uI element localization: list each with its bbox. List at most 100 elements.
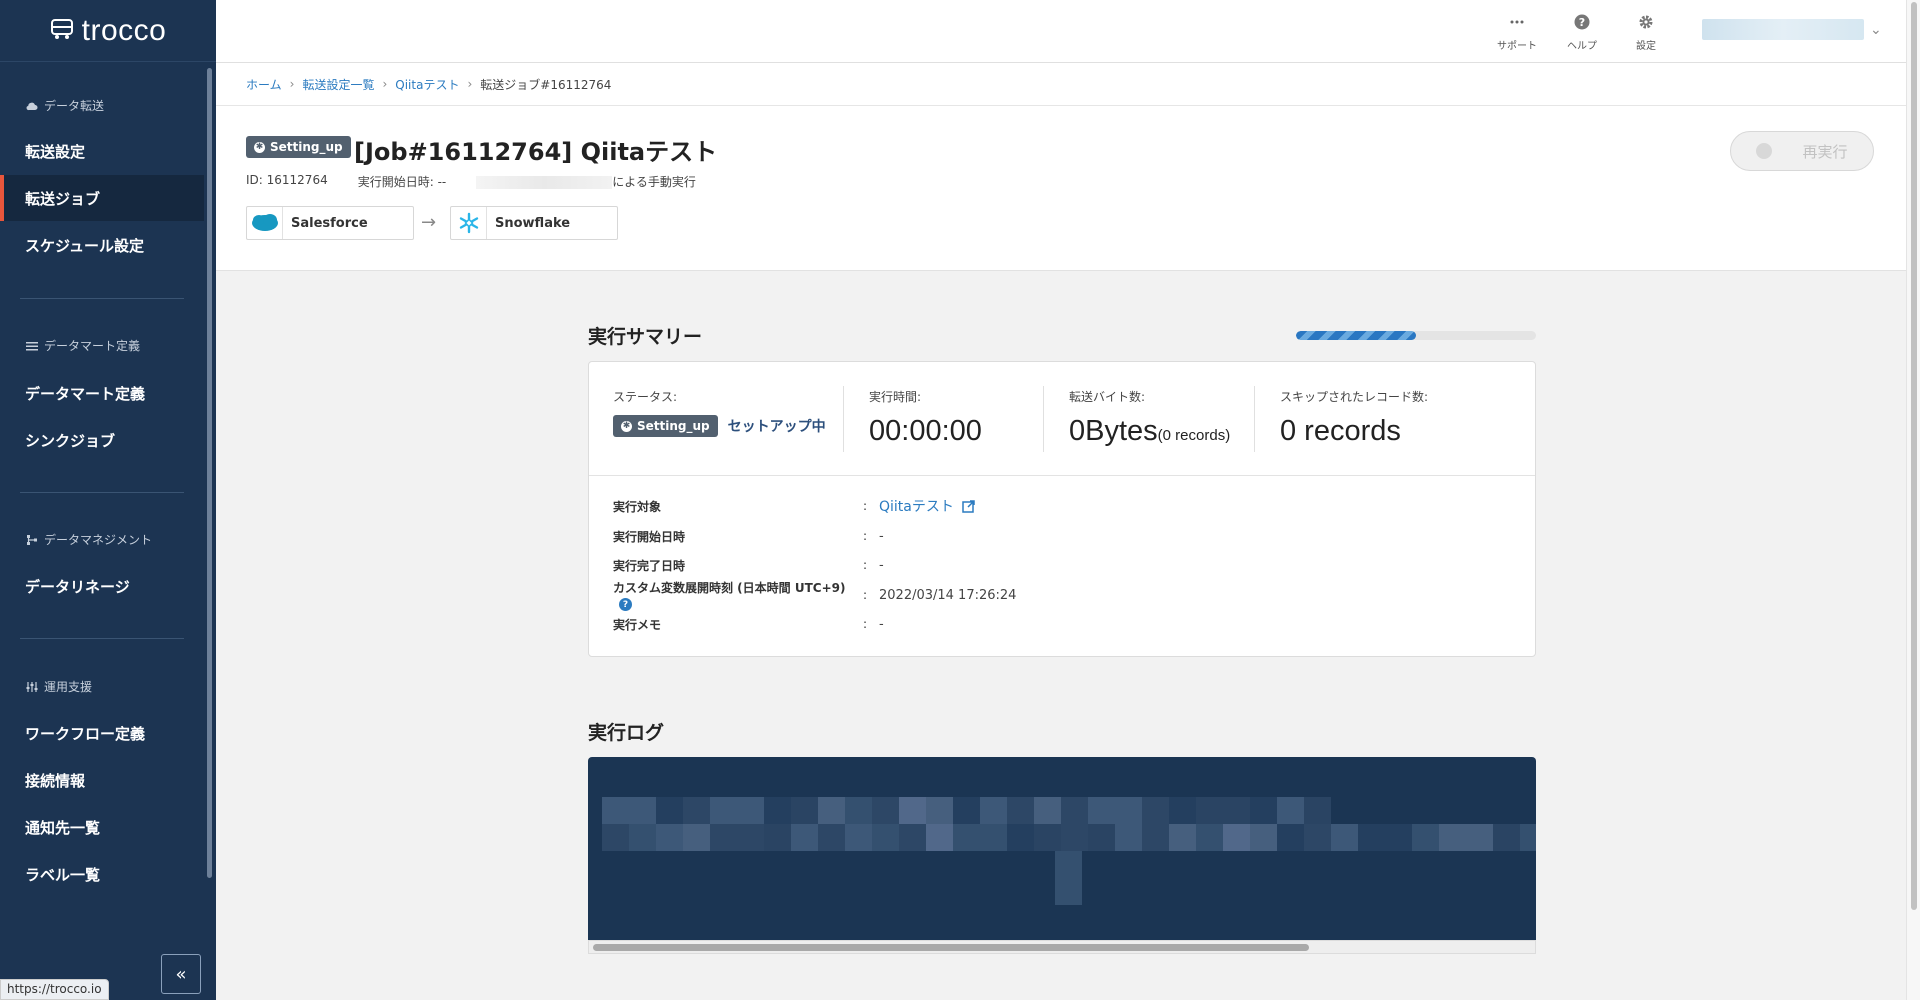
redacted-log-block — [1250, 824, 1277, 851]
redacted-log-block — [1493, 824, 1520, 851]
detail-row-custom-time: カスタム変数展開時刻 (日本時間 UTC+9)? : 2022/03/14 17… — [613, 581, 1513, 612]
source-connector[interactable]: Salesforce — [246, 206, 414, 240]
user-menu[interactable] — [1702, 19, 1864, 40]
redacted-log-block — [1304, 797, 1331, 824]
sidebar-item-transfer-jobs[interactable]: 転送ジョブ — [0, 175, 204, 221]
sidebar-item-label: 転送ジョブ — [25, 189, 101, 208]
redacted-log-block — [1250, 797, 1277, 824]
redacted-log-block — [1034, 824, 1061, 851]
divider — [20, 638, 184, 639]
target-link[interactable]: Qiitaテスト — [879, 496, 976, 516]
redacted-log-block — [1412, 824, 1439, 851]
rerun-label: 再実行 — [1802, 142, 1848, 161]
double-chevron-left-icon: « — [175, 963, 187, 985]
summary-title: 実行サマリー — [588, 326, 703, 348]
cloud-icon — [26, 101, 38, 111]
redacted-log-block — [737, 797, 764, 824]
job-id: ID: 16112764 — [246, 173, 328, 187]
sidebar-item-label: 転送設定 — [25, 142, 86, 161]
redacted-log-block — [1169, 797, 1196, 824]
collapse-sidebar-button[interactable]: « — [161, 954, 201, 994]
breadcrumb-transfer-list[interactable]: 転送設定一覧 — [302, 76, 374, 93]
sidebar-item-schedule-settings[interactable]: スケジュール設定 — [0, 222, 204, 268]
detail-row-end: 実行完了日時 : - — [613, 554, 1513, 576]
skipped-stat: スキップされたレコード数: 0 records — [1280, 388, 1428, 448]
rerun-button[interactable]: 再実行 — [1730, 131, 1874, 171]
redacted-log-block — [737, 824, 764, 851]
breadcrumb-home[interactable]: ホーム — [246, 76, 282, 93]
section-header-operations: 運用支援 — [26, 678, 92, 695]
redacted-log-block — [980, 824, 1007, 851]
support-button[interactable]: サポート — [1487, 14, 1547, 52]
detail-value: - — [879, 528, 884, 544]
sidebar-item-labels[interactable]: ラベル一覧 — [0, 851, 204, 897]
help-button[interactable]: ? ヘルプ — [1552, 14, 1612, 52]
sidebar-item-sync-jobs[interactable]: シンクジョブ — [0, 417, 204, 463]
log-scrollbar-thumb[interactable] — [593, 944, 1309, 951]
redacted-log-block — [980, 797, 1007, 824]
sidebar: trocco データ転送 転送設定 転送ジョブ スケジュール設定 データマート定… — [0, 0, 216, 1000]
redacted-log-block — [1061, 824, 1088, 851]
redacted-log-block — [1169, 824, 1196, 851]
status-stat: ステータス: ✱ Setting_up セットアップ中 — [613, 388, 826, 437]
redacted-log-block — [710, 824, 737, 851]
summary-card: ステータス: ✱ Setting_up セットアップ中 実行時間: 00:00:0… — [588, 361, 1536, 657]
status-badge: ✱ Setting_up — [246, 136, 351, 158]
redacted-log-block — [764, 824, 791, 851]
redacted-log-block — [1055, 878, 1082, 905]
sidebar-item-transfer-settings[interactable]: 転送設定 — [0, 128, 204, 174]
redacted-log-block — [926, 797, 953, 824]
job-meta: ID: 16112764 実行開始日時: -- による手動実行 — [246, 173, 696, 190]
redacted-log-block — [683, 824, 710, 851]
target-link-label: Qiitaテスト — [879, 499, 954, 515]
detail-colon: : — [863, 529, 868, 543]
status-url-hint: https://trocco.io — [0, 979, 109, 1000]
duration-stat: 実行時間: 00:00:00 — [869, 388, 982, 448]
logo[interactable]: trocco — [0, 0, 216, 62]
redacted-log-block — [683, 797, 710, 824]
sidebar-item-label: 接続情報 — [25, 771, 86, 790]
list-icon — [26, 341, 38, 351]
page-scrollbar[interactable] — [1906, 0, 1920, 1000]
detail-row-memo: 実行メモ : - — [613, 613, 1513, 635]
settings-button[interactable]: 設定 — [1616, 14, 1676, 52]
arrow-right-icon: → — [421, 212, 437, 233]
external-link-icon — [958, 499, 976, 515]
status-badge-label: Setting_up — [270, 140, 343, 154]
redacted-log-block — [710, 797, 737, 824]
sidebar-item-data-lineage[interactable]: データリネージ — [0, 563, 204, 609]
sidebar-item-connection-info[interactable]: 接続情報 — [0, 757, 204, 803]
question-circle-icon[interactable]: ? — [619, 598, 632, 612]
job-header: ✱ Setting_up [Job#16112764] Qiitaテスト ID:… — [216, 106, 1906, 271]
redacted-log-block — [791, 824, 818, 851]
page-scrollbar-thumb[interactable] — [1911, 2, 1917, 910]
redacted-log-block — [899, 797, 926, 824]
log-title: 実行ログ — [588, 722, 665, 744]
redacted-log-block — [1055, 851, 1082, 878]
redacted-log-block — [818, 824, 845, 851]
snowflake-icon — [451, 207, 487, 239]
section-header-data-transfer: データ転送 — [26, 97, 104, 114]
source-name: Salesforce — [291, 215, 368, 231]
bytes-stat: 転送バイト数: 0Bytes(0 records) — [1069, 388, 1230, 448]
redacted-log-block — [1277, 824, 1304, 851]
redacted-user — [476, 176, 613, 189]
destination-connector[interactable]: Snowflake — [450, 206, 618, 240]
bytes-records: (0 records) — [1157, 427, 1231, 444]
sidebar-item-notification-destinations[interactable]: 通知先一覧 — [0, 804, 204, 850]
breadcrumb-config[interactable]: Qiitaテスト — [395, 76, 459, 93]
divider — [589, 475, 1535, 476]
sidebar-item-workflow-definitions[interactable]: ワークフロー定義 — [0, 710, 204, 756]
section-header-label: データマート定義 — [44, 339, 141, 353]
duration-value: 00:00:00 — [869, 415, 982, 447]
redacted-log-block — [1439, 824, 1466, 851]
sidebar-scrollbar[interactable] — [207, 68, 212, 878]
sidebar-item-label: 通知先一覧 — [25, 818, 101, 837]
redacted-log-block — [1115, 797, 1142, 824]
log-horizontal-scrollbar[interactable] — [588, 940, 1536, 954]
sidebar-item-datamart-definitions[interactable]: データマート定義 — [0, 370, 204, 416]
chevron-down-icon[interactable]: ⌄ — [1870, 22, 1882, 38]
redacted-log-block — [1223, 797, 1250, 824]
divider — [20, 298, 184, 299]
detail-colon: : — [863, 499, 868, 513]
